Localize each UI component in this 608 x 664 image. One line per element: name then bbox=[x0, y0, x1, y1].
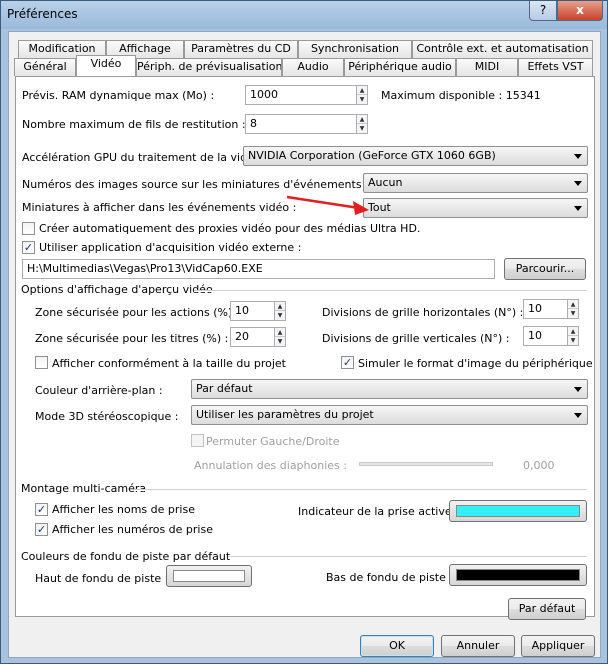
title-safe-spinner[interactable]: ▲ ▼ bbox=[275, 327, 286, 347]
preview-section-title: Options d'affichage d'aperçu vidéo bbox=[21, 283, 213, 296]
thumbs-select[interactable]: Tout bbox=[363, 198, 588, 218]
cancel-button[interactable]: Annuler bbox=[441, 635, 515, 657]
spin-down-icon[interactable]: ▼ bbox=[275, 311, 285, 320]
swap-label: Permuter Gauche/Droite bbox=[206, 435, 340, 448]
spin-up-icon[interactable]: ▲ bbox=[568, 300, 578, 309]
title-safe-label: Zone sécurisée pour les titres (%) : bbox=[35, 332, 229, 345]
stereo-select[interactable]: Utiliser les paramètres du projet bbox=[191, 405, 588, 425]
take-names-checkbox[interactable]: ✓ bbox=[35, 503, 48, 516]
bottom-fade-swatch bbox=[456, 569, 580, 581]
capture-label: Utiliser application d'acquisition vidéo… bbox=[39, 241, 302, 254]
project-size-label: Afficher conformément à la taille du pro… bbox=[52, 357, 286, 370]
chevron-down-icon bbox=[574, 154, 582, 159]
spin-down-icon[interactable]: ▼ bbox=[357, 124, 367, 133]
frame-numbers-value: Aucun bbox=[368, 176, 403, 189]
chevron-down-icon bbox=[574, 206, 582, 211]
swap-checkbox[interactable] bbox=[191, 434, 204, 447]
active-take-color-button[interactable] bbox=[449, 500, 587, 522]
proxies-checkbox[interactable] bbox=[22, 222, 35, 235]
spin-up-icon[interactable]: ▲ bbox=[275, 302, 285, 311]
bg-color-value: Par défaut bbox=[196, 382, 253, 395]
active-take-label: Indicateur de la prise active : bbox=[298, 505, 459, 518]
crosstalk-label: Annulation des diaphonies : bbox=[194, 459, 347, 472]
bottom-fade-color-button[interactable] bbox=[449, 564, 587, 586]
grid-h-input[interactable]: 10 bbox=[523, 299, 568, 319]
ram-label: Prévis. RAM dynamique max (Mo) : bbox=[22, 89, 215, 102]
bg-color-select[interactable]: Par défaut bbox=[191, 379, 588, 399]
default-colors-button[interactable]: Par défaut bbox=[508, 598, 586, 620]
multicam-section-title: Montage multi-caméra bbox=[21, 482, 147, 495]
ok-button[interactable]: OK bbox=[360, 635, 434, 657]
title-safe-input[interactable]: 20 bbox=[230, 327, 275, 347]
gpu-value: NVIDIA Corporation (GeForce GTX 1060 6GB… bbox=[248, 149, 496, 162]
capture-checkbox[interactable]: ✓ bbox=[22, 241, 35, 254]
frame-numbers-select[interactable]: Aucun bbox=[363, 173, 588, 193]
crosstalk-slider[interactable] bbox=[359, 462, 493, 466]
threads-spinner[interactable]: ▲ ▼ bbox=[357, 114, 368, 134]
gpu-label: Accélération GPU du traitement de la vid… bbox=[22, 151, 268, 164]
bottom-fade-label: Bas de fondu de piste : bbox=[326, 571, 454, 584]
active-take-swatch bbox=[456, 505, 580, 517]
chevron-down-icon bbox=[574, 181, 582, 186]
action-safe-label: Zone sécurisée pour les actions (%) : bbox=[35, 306, 240, 319]
stereo-label: Mode 3D stéréoscopique : bbox=[35, 410, 179, 423]
take-numbers-label: Afficher les numéros de prise bbox=[52, 523, 213, 536]
action-safe-input[interactable]: 10 bbox=[230, 301, 275, 321]
frame-numbers-label: Numéros des images source sur les miniat… bbox=[22, 178, 414, 191]
take-numbers-checkbox[interactable]: ✓ bbox=[35, 523, 48, 536]
simulate-checkbox[interactable]: ✓ bbox=[341, 356, 354, 369]
track-colors-separator bbox=[228, 556, 587, 558]
preferences-window: Préférences ? x Modification Affichage P… bbox=[0, 0, 608, 664]
top-fade-swatch bbox=[173, 570, 245, 582]
spin-down-icon[interactable]: ▼ bbox=[357, 95, 367, 104]
action-safe-spinner[interactable]: ▲ ▼ bbox=[275, 301, 286, 321]
browse-button[interactable]: Parcourir... bbox=[504, 258, 586, 280]
ram-spinner[interactable]: ▲ ▼ bbox=[357, 85, 368, 105]
spin-up-icon[interactable]: ▲ bbox=[568, 327, 578, 336]
grid-v-label: Divisions de grille verticales (N°) : bbox=[322, 332, 510, 345]
take-names-label: Afficher les noms de prise bbox=[52, 503, 195, 516]
bg-color-label: Couleur d'arrière-plan : bbox=[35, 384, 163, 397]
grid-v-spinner[interactable]: ▲ ▼ bbox=[568, 326, 579, 346]
ram-input[interactable]: 1000 bbox=[245, 85, 357, 105]
chevron-down-icon bbox=[574, 413, 582, 418]
stereo-value: Utiliser les paramètres du projet bbox=[196, 408, 374, 421]
threads-label: Nombre maximum de fils de restitution : bbox=[22, 118, 246, 131]
thumbs-label: Miniatures à afficher dans les événement… bbox=[22, 201, 297, 214]
grid-h-label: Divisions de grille horizontales (N°) : bbox=[322, 306, 524, 319]
top-fade-color-button[interactable] bbox=[166, 565, 252, 587]
proxies-label: Créer automatiquement des proxies vidéo … bbox=[39, 222, 421, 235]
spin-down-icon[interactable]: ▼ bbox=[568, 336, 578, 345]
panel-content: Prévis. RAM dynamique max (Mo) : 1000 ▲ ▼… bbox=[1, 1, 608, 664]
spin-down-icon[interactable]: ▼ bbox=[568, 309, 578, 318]
spin-up-icon[interactable]: ▲ bbox=[357, 86, 367, 95]
grid-v-input[interactable]: 10 bbox=[523, 326, 568, 346]
preview-separator bbox=[194, 290, 587, 292]
gpu-select[interactable]: NVIDIA Corporation (GeForce GTX 1060 6GB… bbox=[243, 146, 588, 166]
multicam-separator bbox=[134, 489, 587, 491]
spin-down-icon[interactable]: ▼ bbox=[275, 337, 285, 346]
crosstalk-value: 0,000 bbox=[523, 459, 555, 472]
track-colors-section-title: Couleurs de fondu de piste par défaut bbox=[21, 550, 231, 563]
thumbs-value: Tout bbox=[368, 201, 391, 214]
top-fade-label: Haut de fondu de piste : bbox=[35, 572, 169, 585]
threads-input[interactable]: 8 bbox=[245, 114, 357, 134]
simulate-label: Simuler le format d'image du périphériqu… bbox=[358, 357, 593, 370]
spin-up-icon[interactable]: ▲ bbox=[275, 328, 285, 337]
ram-max-label: Maximum disponible : 15341 bbox=[381, 89, 541, 102]
apply-button[interactable]: Appliquer bbox=[521, 635, 595, 657]
project-size-checkbox[interactable] bbox=[35, 356, 48, 369]
spin-up-icon[interactable]: ▲ bbox=[357, 115, 367, 124]
grid-h-spinner[interactable]: ▲ ▼ bbox=[568, 299, 579, 319]
capture-path-input[interactable]: H:\Multimedias\Vegas\Pro13\VidCap60.EXE bbox=[22, 259, 495, 279]
chevron-down-icon bbox=[574, 387, 582, 392]
